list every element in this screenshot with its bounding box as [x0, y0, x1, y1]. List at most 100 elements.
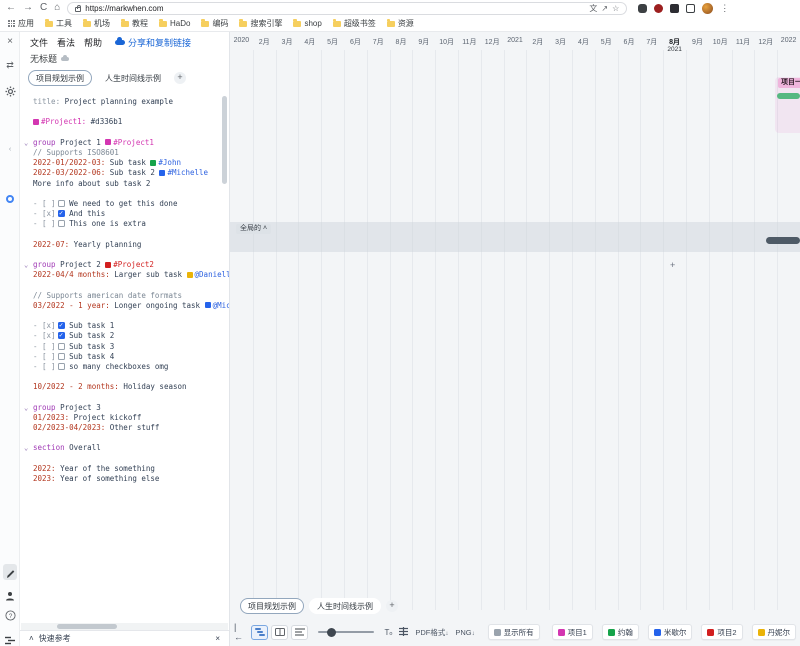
add-tab-button[interactable]: +: [386, 600, 398, 612]
checkbox-unchecked[interactable]: [58, 343, 65, 350]
bookmark-folder[interactable]: 超级书签: [333, 18, 376, 29]
editor-line[interactable]: 2023: Year of something else: [33, 474, 215, 484]
fold-caret-icon[interactable]: ⌄: [24, 443, 28, 453]
editor-line[interactable]: [33, 229, 215, 239]
tab-1[interactable]: 人生时间线示例: [309, 598, 381, 614]
extension-icon-2[interactable]: [654, 4, 663, 13]
editor-line[interactable]: - [ ] Sub task 3: [33, 342, 215, 352]
share-copy-link-button[interactable]: 分享和复制链接: [115, 36, 191, 49]
editor-line[interactable]: [33, 128, 215, 138]
legend-chip[interactable]: 项目1: [552, 624, 593, 640]
document-title[interactable]: 无标题: [30, 52, 57, 65]
reload-icon[interactable]: C: [40, 0, 47, 16]
fold-caret-icon[interactable]: ⌄: [24, 138, 28, 148]
editor-vscrollbar[interactable]: [222, 96, 227, 184]
editor-line[interactable]: ⌄group Project 2 #Project2: [33, 260, 215, 270]
collapse-chevron-icon[interactable]: ‹: [0, 146, 20, 153]
bookmark-folder[interactable]: HaDo: [159, 19, 190, 28]
tab-0[interactable]: 项目规划示例: [240, 598, 304, 614]
checkbox-unchecked[interactable]: [58, 353, 65, 360]
add-tab-button[interactable]: +: [174, 72, 186, 84]
fold-caret-icon[interactable]: ⌄: [24, 403, 28, 413]
checkbox-checked[interactable]: [58, 332, 65, 339]
editor-line[interactable]: - [ ] This one is extra: [33, 219, 215, 229]
editor-line[interactable]: [33, 280, 215, 290]
bookmark-star-icon[interactable]: ☆: [612, 4, 619, 13]
extension-icon-3[interactable]: [670, 4, 679, 13]
user-icon[interactable]: [0, 588, 20, 606]
edit-pencil-icon[interactable]: [3, 564, 17, 580]
legend-chip[interactable]: 项目2: [701, 624, 742, 640]
quickref-caret-icon[interactable]: ˄: [29, 634, 34, 643]
editor-line[interactable]: - [ ] so many checkboxes omg: [33, 362, 215, 372]
address-bar[interactable]: https://markwhen.com 文 ↗ ☆: [67, 2, 627, 15]
menu-item-2[interactable]: 帮助: [84, 36, 102, 49]
editor-line[interactable]: 03/2022 - 1 year: Longer ongoing task @M…: [33, 301, 215, 311]
event-bar-sub-task[interactable]: [777, 93, 800, 99]
timeline-panel[interactable]: 20202月3月4月5月6月7月8月9月10月11月12月20212月3月4月5…: [230, 32, 800, 646]
bookmark-folder[interactable]: 工具: [45, 18, 72, 29]
help-icon[interactable]: ?: [0, 610, 20, 623]
editor-line[interactable]: 2022-07: Yearly planning: [33, 240, 215, 250]
editor-line[interactable]: 2022-03/2022-06: Sub task 2 #Michelle: [33, 168, 215, 178]
export-pdf-button[interactable]: PDF格式↓: [415, 627, 448, 638]
fold-caret-icon[interactable]: ⌄: [24, 260, 28, 270]
editor-line[interactable]: 02/2023-04/2023: Other stuff: [33, 423, 215, 433]
checkbox-checked[interactable]: [58, 210, 65, 217]
export-png-button[interactable]: PNG↓: [455, 628, 474, 637]
tab-1[interactable]: 人生时间线示例: [97, 70, 169, 86]
editor-line[interactable]: 2022-01/2022-03: Sub task #John: [33, 158, 215, 168]
overall-section-label[interactable]: 全局的 ˄: [236, 224, 271, 234]
tab-0[interactable]: 项目规划示例: [28, 70, 92, 86]
legend-chip[interactable]: 米歇尔: [648, 624, 693, 640]
share-icon[interactable]: ↗: [601, 4, 608, 13]
bookmark-folder[interactable]: 编码: [201, 18, 228, 29]
editor-line[interactable]: ⌄group Project 3: [33, 403, 215, 413]
quickref-label[interactable]: 快速参考: [39, 633, 71, 644]
checkbox-checked[interactable]: [58, 322, 65, 329]
editor-line[interactable]: - [x] And this: [33, 209, 215, 219]
editor-line[interactable]: 2022-04/4 months: Larger sub task @Danie…: [33, 270, 215, 280]
checkbox-unchecked[interactable]: [58, 363, 65, 370]
editor-line[interactable]: - [ ] We need to get this done: [33, 199, 215, 209]
menu-item-1[interactable]: 看法: [57, 36, 75, 49]
editor-hscrollbar[interactable]: [21, 623, 228, 630]
view-list-button[interactable]: [291, 625, 308, 640]
zoom-slider-handle[interactable]: [327, 628, 336, 637]
editor-line[interactable]: [33, 392, 215, 402]
editor-line[interactable]: [33, 372, 215, 382]
checkbox-unchecked[interactable]: [58, 200, 65, 207]
editor-line[interactable]: title: Project planning example: [33, 97, 215, 107]
editor-line[interactable]: [33, 454, 215, 464]
text-size-icon[interactable]: To: [384, 628, 392, 637]
url-text[interactable]: https://markwhen.com: [85, 4, 163, 13]
zoom-slider[interactable]: [318, 631, 374, 633]
legend-chip[interactable]: 约翰: [602, 624, 639, 640]
close-panel-icon[interactable]: ×: [0, 36, 20, 47]
profile-avatar[interactable]: [702, 3, 713, 14]
view-columns-button[interactable]: [271, 625, 288, 640]
editor-line[interactable]: More info about sub task 2: [33, 179, 215, 189]
editor-line[interactable]: ⌄group Project 1 #Project1: [33, 138, 215, 148]
bookmark-folder[interactable]: 教程: [121, 18, 148, 29]
editor-line[interactable]: [33, 107, 215, 117]
quick-reference-icon[interactable]: [0, 632, 20, 646]
bookmark-apps[interactable]: 应用: [8, 18, 34, 29]
bookmark-folder[interactable]: 机场: [83, 18, 110, 29]
editor-line[interactable]: [33, 311, 215, 321]
editor-line[interactable]: - [x] Sub task 2: [33, 331, 215, 341]
checkbox-unchecked[interactable]: [58, 220, 65, 227]
back-icon[interactable]: ←: [6, 0, 16, 16]
editor-line[interactable]: 2022: Year of the something: [33, 464, 215, 474]
bookmark-folder[interactable]: 搜索引擎: [239, 18, 282, 29]
editor-line[interactable]: - [ ] Sub task 4: [33, 352, 215, 362]
editor-line[interactable]: // Supports ISO8601: [33, 148, 215, 158]
editor-line[interactable]: [33, 433, 215, 443]
editor-line[interactable]: [33, 250, 215, 260]
editor-line[interactable]: 10/2022 - 2 months: Holiday season: [33, 382, 215, 392]
editor-line[interactable]: #Project1: #d336b1: [33, 117, 215, 127]
code-editor[interactable]: title: Project planning example #Project1…: [20, 90, 229, 623]
view-timeline-button[interactable]: [251, 625, 268, 640]
extension-icon-4[interactable]: [686, 4, 695, 13]
resize-arrows-icon[interactable]: ⇄: [0, 60, 20, 71]
